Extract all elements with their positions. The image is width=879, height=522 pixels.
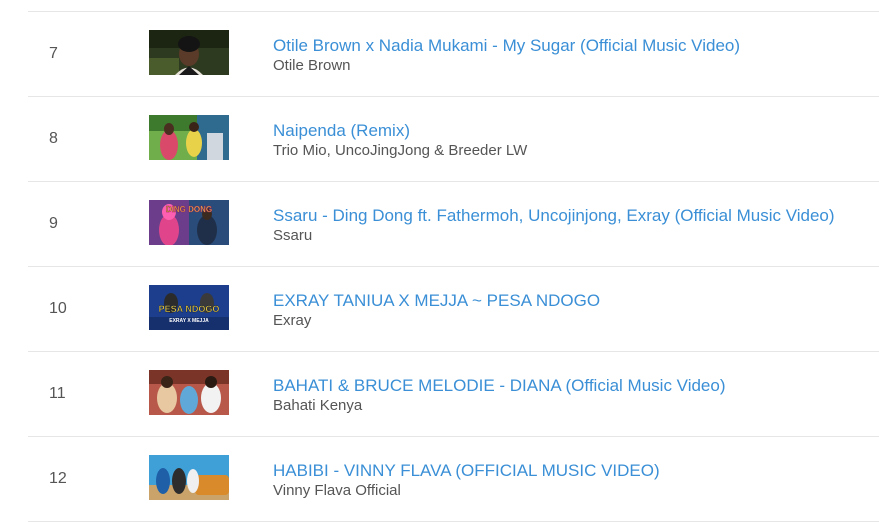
- artist-name: Ssaru: [273, 227, 313, 244]
- video-title-link[interactable]: Otile Brown x Nadia Mukami - My Sugar (O…: [273, 36, 740, 56]
- artist-name: Bahati Kenya: [273, 397, 363, 414]
- video-title-link[interactable]: BAHATI & BRUCE MELODIE - DIANA (Official…: [273, 376, 726, 396]
- video-title-link[interactable]: Ssaru - Ding Dong ft. Fathermoh, Uncojin…: [273, 206, 835, 226]
- video-thumbnail[interactable]: [149, 30, 229, 75]
- artist-name: Exray: [273, 312, 312, 329]
- rank-number: 9: [49, 215, 58, 232]
- list-item: 8 Naipenda (Remix) Trio Mio, UncoJingJon…: [28, 97, 879, 182]
- rank-number: 8: [49, 130, 58, 147]
- artist-name: Vinny Flava Official: [273, 482, 401, 499]
- chart-list: 7 Otile Brown x Nadia Mukami - My Sugar …: [28, 0, 879, 522]
- thumbnail-caption: DING DONG: [166, 205, 212, 214]
- list-item: 11 BAHATI & BRUCE MELODIE - DIANA (Offic…: [28, 352, 879, 437]
- video-thumbnail[interactable]: [149, 370, 229, 415]
- video-thumbnail[interactable]: PESA NDOGO EXRAY X MEJJA: [149, 285, 229, 330]
- list-top-divider: [28, 0, 879, 12]
- thumbnail-caption: PESA NDOGO: [159, 304, 220, 314]
- artist-name: Otile Brown: [273, 57, 351, 74]
- list-item: 9 DING DONG Ssaru - Ding Dong ft. Father…: [28, 182, 879, 267]
- rank-number: 7: [49, 45, 58, 62]
- video-thumbnail[interactable]: [149, 455, 229, 500]
- video-title-link[interactable]: Naipenda (Remix): [273, 121, 410, 141]
- list-item: 7 Otile Brown x Nadia Mukami - My Sugar …: [28, 12, 879, 97]
- artist-name: Trio Mio, UncoJingJong & Breeder LW: [273, 142, 528, 159]
- video-thumbnail[interactable]: [149, 115, 229, 160]
- list-item: 10 PESA NDOGO EXRAY X MEJJA EXRAY TANIUA…: [28, 267, 879, 352]
- thumbnail-subcaption: EXRAY X MEJJA: [169, 318, 209, 324]
- list-item: 12 HABIBI - VINNY FLAVA (OFFICIAL MUSIC …: [28, 437, 879, 522]
- video-title-link[interactable]: EXRAY TANIUA X MEJJA ~ PESA NDOGO: [273, 291, 600, 311]
- video-title-link[interactable]: HABIBI - VINNY FLAVA (OFFICIAL MUSIC VID…: [273, 461, 660, 481]
- video-thumbnail[interactable]: DING DONG: [149, 200, 229, 245]
- rank-number: 10: [49, 300, 67, 317]
- rank-number: 12: [49, 470, 67, 487]
- rank-number: 11: [49, 385, 66, 402]
